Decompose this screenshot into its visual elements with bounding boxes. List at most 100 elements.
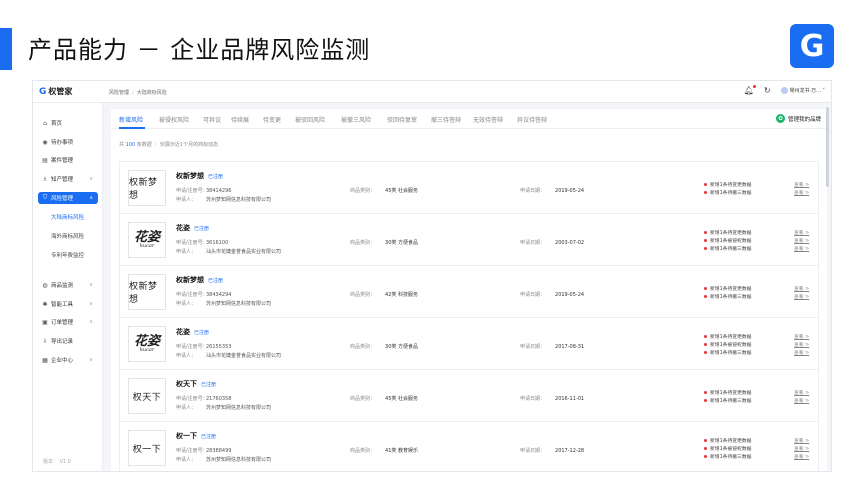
tab[interactable]: 可异议: [203, 115, 221, 124]
app-window: G 权管家 风险管理 / 大陆商标风险 🔔︎ ↻ 常州龙书·万... ˅ 版本： V…: [32, 80, 832, 472]
sidebar-item-todo[interactable]: ◉ 待办事项: [38, 136, 98, 148]
chevron-icon: ∧: [89, 195, 93, 201]
view-link[interactable]: 查看 >: [794, 389, 809, 396]
table-row[interactable]: 花姿 hucar 花姿 已注册 申请/注册号：3616100 申请人： 汕头市花婕金誉食品实…: [119, 213, 819, 265]
tab[interactable]: 待续展: [231, 115, 249, 124]
reg-no-value: 21760358: [206, 396, 232, 402]
alert-dot: [704, 398, 707, 402]
alert-dot: [704, 230, 707, 234]
tab[interactable]: 被侵权风险: [159, 115, 189, 124]
class-label: 商品类别：: [350, 292, 376, 298]
sidebar-item-company[interactable]: ▦ 企业中心 ∨: [38, 354, 98, 366]
view-link[interactable]: 查看 >: [794, 293, 809, 300]
applicant-line: 申请人： 汕头市花婕金誉食品实业有限公司: [176, 352, 281, 359]
alert-list: 新增1条待变更数据 新增1条被侵权数据 新增1条待撤三数据: [704, 332, 751, 356]
view-link[interactable]: 查看 >: [794, 453, 809, 460]
date-label: 申请日期：: [520, 344, 546, 350]
view-link[interactable]: 查看 >: [794, 333, 809, 340]
view-link[interactable]: 查看 >: [794, 397, 809, 404]
sidebar-item-case[interactable]: ▤ 案件管理: [38, 154, 98, 166]
table-row[interactable]: 权天下 权天下 已注册 申请/注册号：21760358 申请人： 苏州梦知网信息科技有限公…: [119, 369, 819, 421]
chevron-icon: ∨: [89, 176, 93, 182]
applicant-line: 申请人： 苏州梦知网信息科技有限公司: [176, 300, 271, 307]
brand-manage-icon: ✿: [775, 114, 785, 123]
tab[interactable]: 异议待答辩: [517, 115, 547, 124]
sidebar-item-ip[interactable]: ♗ 知产管理 ∨: [38, 173, 98, 185]
view-link[interactable]: 查看 >: [794, 181, 809, 188]
sidebar-item-order[interactable]: ▣ 订单管理 ∨: [38, 316, 98, 328]
trademark-name[interactable]: 权新梦想 已注册: [176, 171, 223, 181]
summary-count: 100: [125, 142, 136, 148]
table-row[interactable]: 权新梦想 权新梦想 已注册 申请/注册号：38414296 申请人： 苏州梦知网信息科技有…: [119, 161, 819, 213]
date-cell: 申请日期： 2016-11-01: [520, 395, 584, 402]
alert-text: 新增1条待撤三数据: [710, 294, 752, 300]
trademark-name[interactable]: 权新梦想 已注册: [176, 275, 223, 285]
trademark-logo: 花姿 hucar: [128, 326, 166, 362]
sidebar-subitem[interactable]: 海外商标风险: [51, 232, 84, 240]
status-badge: 已注册: [194, 226, 210, 232]
table-row[interactable]: 权一下 权一下 已注册 申请/注册号：28388499 申请人： 苏州梦知网信息科技有限公…: [119, 421, 819, 471]
risk-icon: ⛉: [42, 194, 48, 201]
view-link[interactable]: 查看 >: [794, 445, 809, 452]
view-link[interactable]: 查看 >: [794, 237, 809, 244]
trademark-name[interactable]: 花姿 已注册: [176, 327, 209, 337]
sidebar-item-risk[interactable]: ⛉ 风险管理 ∧: [38, 192, 98, 204]
class-cell: 商品类别： 30类 方便食品: [350, 239, 418, 246]
alert-text: 新增1条待撤三数据: [710, 398, 752, 404]
alert-item: 新增1条待撤三数据: [704, 396, 751, 404]
trademark-name[interactable]: 权天下 已注册: [176, 379, 216, 389]
manage-brand-button[interactable]: ✿ 管理我的品牌: [775, 114, 821, 123]
breadcrumb-item[interactable]: 风险管理: [109, 90, 129, 96]
sidebar-subitem[interactable]: 大陆商标风险: [51, 213, 84, 221]
view-link[interactable]: 查看 >: [794, 229, 809, 236]
tab[interactable]: 无效待答辩: [473, 115, 503, 124]
alert-dot: [704, 350, 707, 354]
tab[interactable]: 被驳回风险: [295, 115, 325, 124]
reg-no-line: 申请/注册号：26155353: [176, 343, 231, 350]
alert-dot: [704, 390, 707, 394]
alert-list: 新增1条待变更数据 新增1条被侵权数据 新增1条待撤三数据: [704, 228, 751, 252]
table-row[interactable]: 权新梦想 权新梦想 已注册 申请/注册号：38434294 申请人： 苏州梦知网信息科技有…: [119, 265, 819, 317]
tab[interactable]: 被撤三风险: [341, 115, 371, 124]
alert-list: 新增1条待变更数据新增1条待撤三数据: [704, 284, 751, 300]
alert-dot: [704, 334, 707, 338]
tab[interactable]: 驳回待复审: [387, 115, 417, 124]
view-link[interactable]: 查看 >: [794, 245, 809, 252]
view-link[interactable]: 查看 >: [794, 189, 809, 196]
alert-dot: [704, 286, 707, 290]
alert-item: 新增1条待变更数据: [704, 284, 751, 292]
trademark-name[interactable]: 花姿 已注册: [176, 223, 209, 233]
tab[interactable]: 撤三待答辩: [431, 115, 461, 124]
trademark-logo: 权新梦想: [128, 170, 166, 206]
date-cell: 申请日期： 2003-07-02: [520, 239, 584, 246]
table-row[interactable]: 花姿 hucar 花姿 已注册申请/注册号：26155353 申请人： 汕头市花婕金誉食品…: [119, 317, 819, 369]
tab[interactable]: 待变更: [263, 115, 281, 124]
view-link[interactable]: 查看 >: [794, 437, 809, 444]
view-link[interactable]: 查看 >: [794, 349, 809, 356]
sidebar-item-home[interactable]: ⌂ 首页: [38, 117, 98, 129]
case-icon: ▤: [42, 156, 48, 164]
date-value: 2017-08-31: [555, 344, 585, 350]
alert-text: 新增1条被侵权数据: [710, 238, 752, 244]
alert-item: 新增1条被侵权数据: [704, 236, 751, 244]
reg-no-label: 申请/注册号：: [176, 188, 208, 194]
trademark-name[interactable]: 权一下 已注册: [176, 431, 216, 441]
alert-item: 新增1条待撤三数据: [704, 292, 751, 300]
bell-icon[interactable]: 🔔︎: [744, 85, 756, 95]
tab[interactable]: 新增风险: [119, 115, 143, 124]
scrollbar[interactable]: [826, 107, 829, 187]
reg-no-line: 申请/注册号：38434294: [176, 291, 231, 298]
view-link[interactable]: 查看 >: [794, 341, 809, 348]
app-logo[interactable]: G 权管家: [39, 86, 72, 97]
user-menu[interactable]: 常州龙书·万... ˅: [780, 87, 825, 94]
sidebar-subitem[interactable]: 专利年费监控: [51, 251, 84, 259]
chevron-icon: ∨: [89, 319, 93, 325]
view-link[interactable]: 查看 >: [794, 285, 809, 292]
sidebar-item-goods[interactable]: ◍ 商品监测 ∨: [38, 279, 98, 291]
user-name: 常州龙书·万... ˅: [789, 88, 825, 94]
reg-no-label: 申请/注册号：: [176, 448, 208, 454]
sidebar-item-export[interactable]: ⇩ 导出记录: [38, 335, 98, 347]
refresh-icon[interactable]: ↻: [764, 86, 771, 95]
alert-text: 新增1条待变更数据: [710, 230, 752, 236]
sidebar-item-tool[interactable]: ✱ 智能工具 ∨: [38, 298, 98, 310]
